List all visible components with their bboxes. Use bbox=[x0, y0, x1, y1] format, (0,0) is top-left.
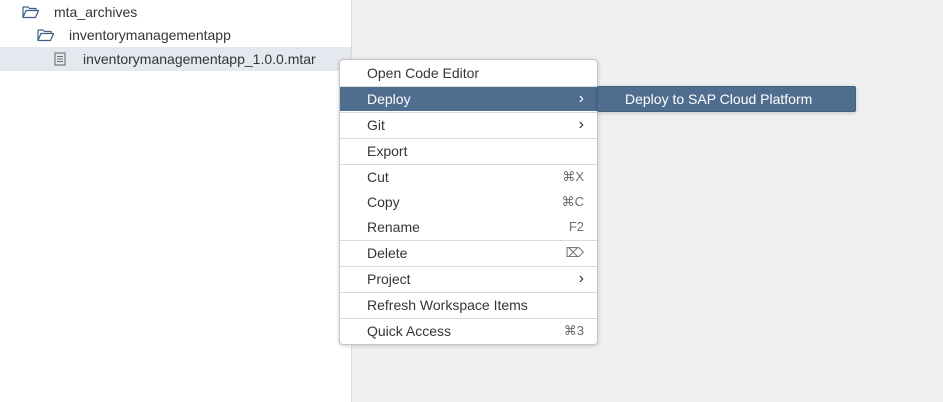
menu-item-cut[interactable]: Cut ⌘X bbox=[340, 164, 597, 189]
chevron-right-icon: › bbox=[578, 116, 584, 133]
tree-item-mtar-file[interactable]: inventorymanagementapp_1.0.0.mtar bbox=[0, 47, 351, 71]
shortcut-label: ⌘C bbox=[561, 193, 584, 209]
workspace-tree: mta_archives inventorymanagementapp inve… bbox=[0, 0, 352, 402]
menu-item-copy[interactable]: Copy ⌘C bbox=[340, 189, 597, 214]
chevron-right-icon: › bbox=[578, 270, 584, 287]
menu-item-label: Refresh Workspace Items bbox=[367, 297, 528, 313]
menu-item-quick-access[interactable]: Quick Access ⌘3 bbox=[340, 318, 597, 343]
menu-item-refresh-workspace-items[interactable]: Refresh Workspace Items bbox=[340, 292, 597, 317]
tree-item-mta-archives[interactable]: mta_archives bbox=[0, 0, 351, 24]
chevron-right-icon: › bbox=[578, 90, 584, 107]
menu-item-deploy[interactable]: Deploy › bbox=[340, 86, 597, 111]
submenu-item-label: Deploy to SAP Cloud Platform bbox=[625, 91, 813, 107]
menu-item-label: Copy bbox=[367, 193, 400, 210]
menu-item-label: Open Code Editor bbox=[367, 64, 480, 81]
menu-item-git[interactable]: Git › bbox=[340, 112, 597, 137]
shortcut-label: ⌘X bbox=[562, 169, 584, 184]
tree-item-label: inventorymanagementapp bbox=[69, 27, 231, 43]
tree-item-label: mta_archives bbox=[54, 4, 138, 20]
menu-item-label: Quick Access bbox=[367, 323, 452, 339]
delete-key-icon: ⌦ bbox=[565, 245, 584, 260]
ide-window: mta_archives inventorymanagementapp inve… bbox=[0, 0, 943, 402]
menu-item-open-code-editor[interactable]: Open Code Editor bbox=[340, 60, 597, 85]
menu-item-rename[interactable]: Rename F2 bbox=[340, 214, 597, 239]
deploy-submenu-item-sap-cloud-platform[interactable]: Deploy to SAP Cloud Platform bbox=[597, 86, 856, 112]
shortcut-label: ⌘3 bbox=[563, 323, 584, 338]
menu-item-label: Export bbox=[367, 143, 408, 159]
folder-open-icon bbox=[22, 3, 40, 21]
folder-open-icon bbox=[37, 26, 55, 44]
menu-item-project[interactable]: Project › bbox=[340, 266, 597, 291]
context-menu: Open Code Editor Deploy › Git › Export C… bbox=[339, 59, 598, 345]
document-icon bbox=[51, 50, 69, 68]
menu-item-delete[interactable]: Delete ⌦ bbox=[340, 240, 597, 265]
menu-item-label: Delete bbox=[367, 245, 408, 261]
menu-item-export[interactable]: Export bbox=[340, 138, 597, 163]
menu-item-label: Git bbox=[367, 117, 385, 133]
menu-item-label: Project bbox=[367, 271, 411, 287]
shortcut-label: F2 bbox=[568, 219, 584, 234]
menu-item-label: Cut bbox=[367, 169, 389, 185]
tree-item-label: inventorymanagementapp_1.0.0.mtar bbox=[83, 51, 316, 67]
menu-item-label: Rename bbox=[367, 218, 420, 235]
tree-item-inventorymanagementapp[interactable]: inventorymanagementapp bbox=[0, 23, 351, 47]
menu-item-label: Deploy bbox=[367, 91, 411, 107]
